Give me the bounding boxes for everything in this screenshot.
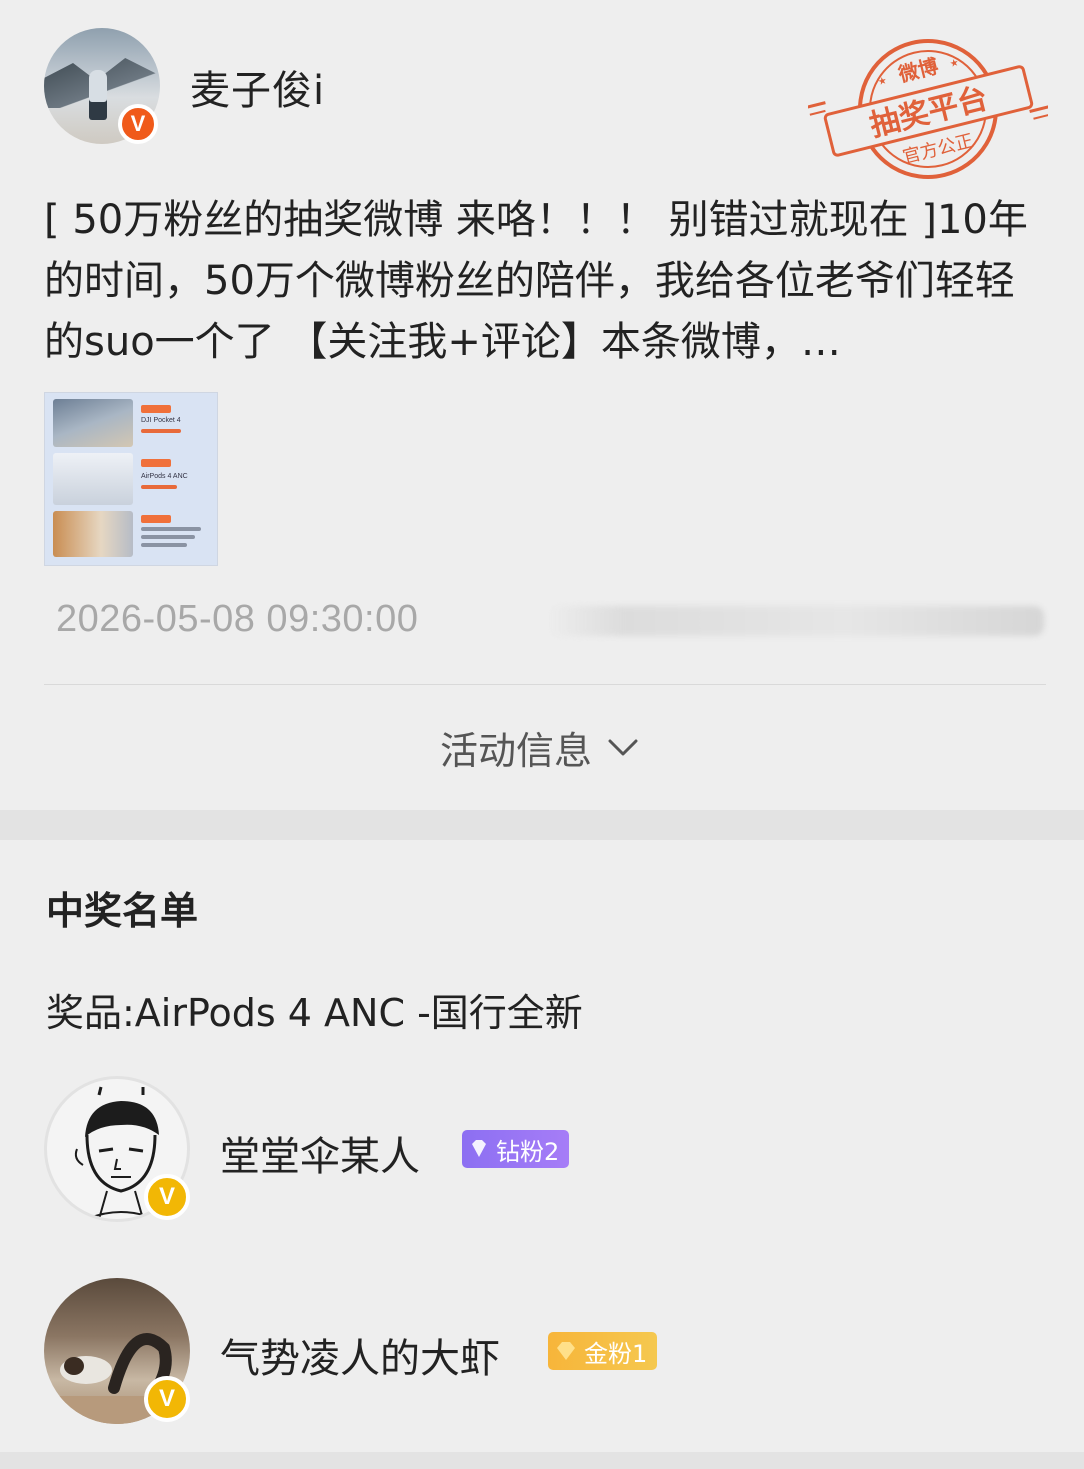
winner-row[interactable]: V 气势凌人的大虾 金粉1 — [44, 1278, 1044, 1424]
fan-badge-label: 钻粉2 — [496, 1137, 560, 1166]
post-timestamp: 2026-05-08 09:30:00 — [56, 598, 419, 640]
activity-info-toggle[interactable]: 活动信息 — [440, 722, 640, 773]
stamp-top-text: 微博 — [895, 54, 941, 87]
avatar-person — [89, 70, 107, 120]
winner-name[interactable]: 堂堂伞某人 — [220, 1124, 420, 1182]
poster-username[interactable]: 麦子俊i — [190, 58, 325, 116]
thumb-photo-2 — [53, 453, 133, 505]
verified-v-icon: V — [118, 104, 158, 144]
thumb-label-airpods: AirPods 4 ANC — [141, 473, 188, 480]
thumb-tag-1 — [141, 405, 171, 413]
lottery-platform-stamp-icon: ★ ★ 微博 抽奖平台 官方公正 — [808, 39, 1048, 179]
winners-card: 中奖名单 奖品:AirPods 4 ANC -国行全新 V 堂堂伞某人 钻粉2 … — [0, 840, 1084, 1452]
lottery-page: V 麦子俊i ★ ★ 微博 抽奖平台 官方公正 [ 50万粉丝的抽奖微博 来咯！… — [0, 0, 1084, 1469]
thumb-label-dji: DJI Pocket 4 — [141, 417, 181, 424]
divider — [44, 684, 1046, 685]
winner-row[interactable]: V 堂堂伞某人 钻粉2 — [44, 1076, 1044, 1222]
post-body-text[interactable]: [ 50万粉丝的抽奖微博 来咯！！！ 别错过就现在 ]10年的时间，50万个微博… — [44, 190, 1044, 373]
winners-title: 中奖名单 — [46, 889, 199, 933]
fan-badge-label: 金粉1 — [584, 1339, 648, 1368]
activity-info-label: 活动信息 — [440, 728, 593, 773]
blurred-metadata — [548, 606, 1044, 636]
prize-line: 奖品:AirPods 4 ANC -国行全新 — [46, 991, 583, 1035]
post-image-thumbnail[interactable]: DJI Pocket 4 AirPods 4 ANC — [44, 392, 218, 566]
svg-text:★: ★ — [877, 75, 888, 88]
post-card: V 麦子俊i ★ ★ 微博 抽奖平台 官方公正 [ 50万粉丝的抽奖微博 来咯！… — [0, 0, 1084, 810]
verified-v-icon: V — [144, 1376, 190, 1422]
diamond-icon — [472, 1140, 486, 1157]
gold-gem-icon — [557, 1342, 575, 1360]
bottom-separator — [0, 1452, 1084, 1469]
thumb-tag-3 — [141, 515, 171, 523]
thumb-photo-1 — [53, 399, 133, 447]
chevron-down-icon — [608, 739, 638, 756]
thumb-photo-3 — [53, 511, 133, 557]
section-separator — [0, 810, 1084, 840]
fan-level-badge: 钻粉2 — [462, 1130, 570, 1168]
thumb-tag-2 — [141, 459, 171, 467]
verified-v-icon: V — [144, 1174, 190, 1220]
winner-name[interactable]: 气势凌人的大虾 — [220, 1326, 500, 1384]
fan-level-badge: 金粉1 — [548, 1332, 658, 1370]
